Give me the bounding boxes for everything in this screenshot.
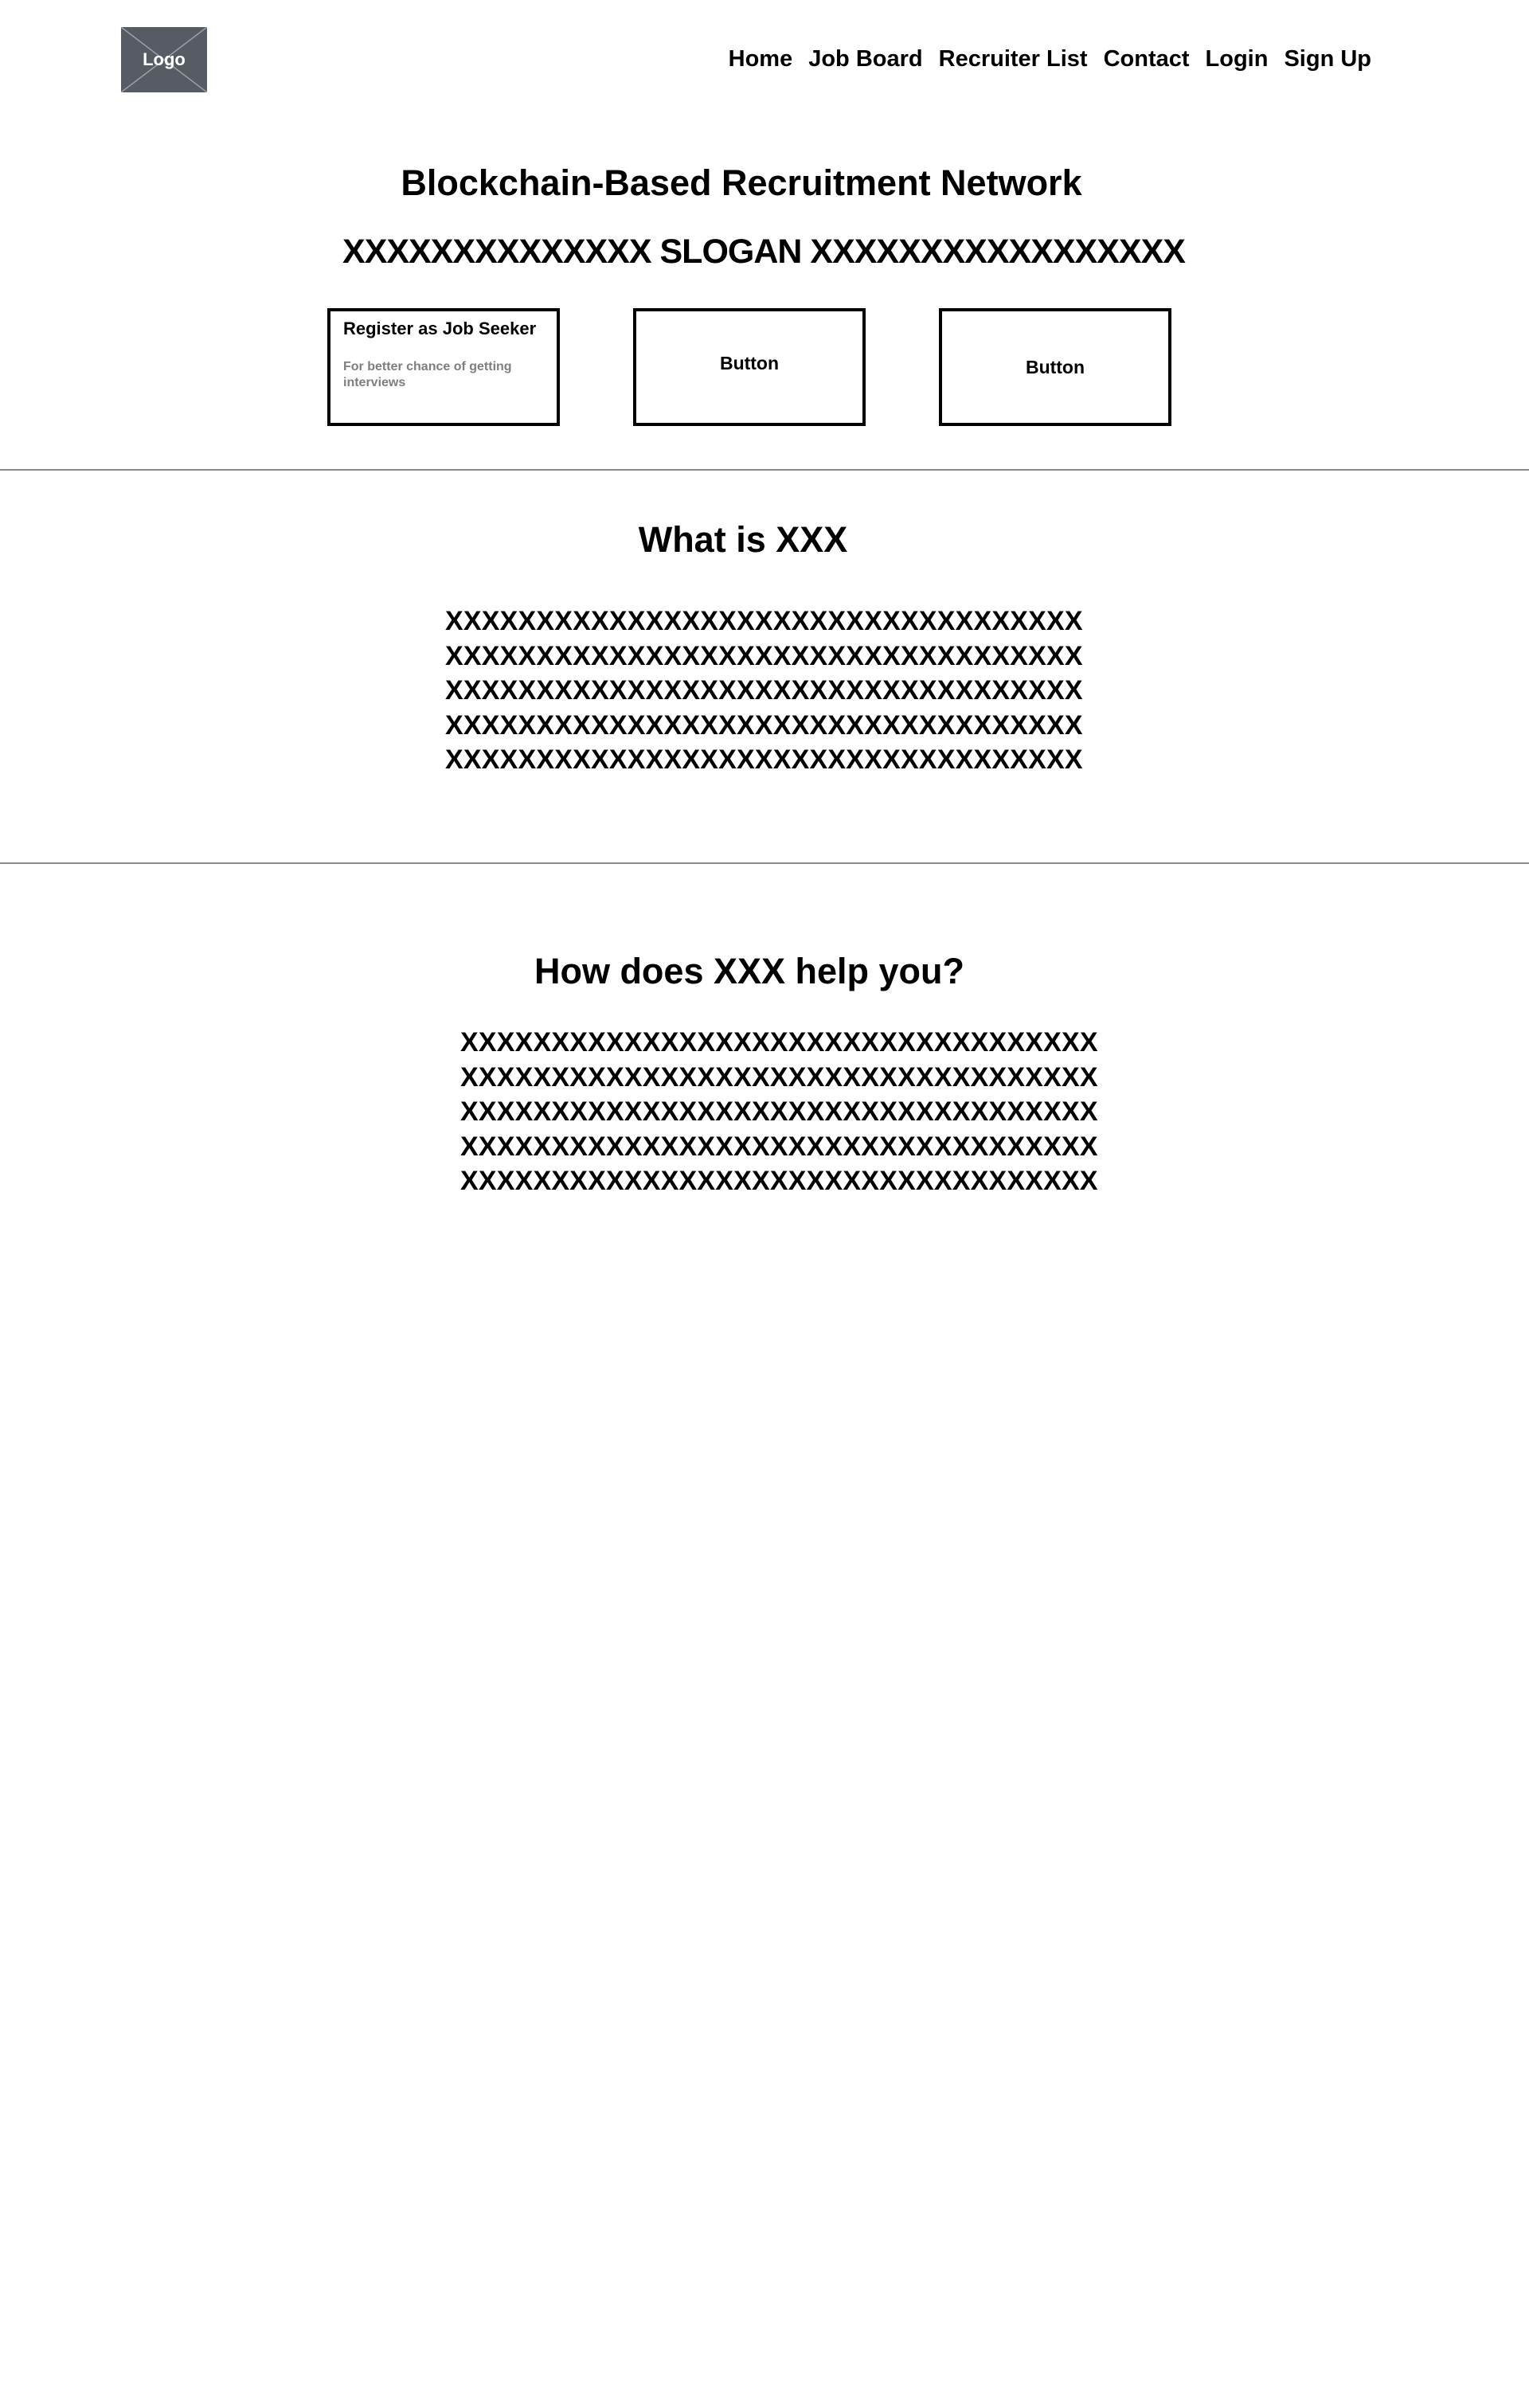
register-button-subtitle: For better chance of getting interviews: [343, 360, 512, 389]
register-job-seeker-button[interactable]: Register as Job Seeker For better chance…: [327, 308, 560, 426]
paragraph-line: XXXXXXXXXXXXXXXXXXXXXXXXXXXXXXXXXXX: [460, 1096, 1098, 1127]
what-is-paragraph: XXXXXXXXXXXXXXXXXXXXXXXXXXXXXXXXXXX XXXX…: [445, 604, 1083, 778]
paragraph-line: XXXXXXXXXXXXXXXXXXXXXXXXXXXXXXXXXXX: [460, 1131, 1098, 1162]
button-3[interactable]: Button: [939, 308, 1171, 426]
button-2-label: Button: [719, 353, 780, 373]
paragraph-line: XXXXXXXXXXXXXXXXXXXXXXXXXXXXXXXXXXX: [445, 710, 1083, 741]
how-help-heading: How does XXX help you?: [534, 951, 965, 991]
paragraph-line: XXXXXXXXXXXXXXXXXXXXXXXXXXXXXXXXXXX: [445, 675, 1083, 706]
logo-placeholder[interactable]: Logo: [121, 27, 207, 92]
paragraph-line: XXXXXXXXXXXXXXXXXXXXXXXXXXXXXXXXXXX: [445, 606, 1083, 636]
paragraph-line: XXXXXXXXXXXXXXXXXXXXXXXXXXXXXXXXXXX: [445, 745, 1083, 775]
section-divider: [0, 469, 1529, 471]
what-is-heading: What is XXX: [638, 519, 848, 560]
button-2[interactable]: Button: [633, 308, 866, 426]
paragraph-line: XXXXXXXXXXXXXXXXXXXXXXXXXXXXXXXXXXX: [445, 640, 1083, 671]
paragraph-line: XXXXXXXXXXXXXXXXXXXXXXXXXXXXXXXXXXX: [460, 1027, 1098, 1057]
nav-sign-up[interactable]: Sign Up: [1284, 46, 1371, 72]
how-help-paragraph: XXXXXXXXXXXXXXXXXXXXXXXXXXXXXXXXXXX XXXX…: [460, 1026, 1098, 1199]
slogan: XXXXXXXXXXXXXX SLOGAN XXXXXXXXXXXXXXXXX: [342, 233, 1186, 271]
register-button-title: Register as Job Seeker: [343, 319, 537, 338]
logo-label: Logo: [143, 49, 186, 69]
nav-contact[interactable]: Contact: [1104, 46, 1190, 72]
button-3-label: Button: [1025, 357, 1085, 377]
nav-recruiter-list[interactable]: Recruiter List: [939, 46, 1088, 72]
section-divider: [0, 862, 1529, 864]
nav-home[interactable]: Home: [729, 46, 793, 72]
nav-login[interactable]: Login: [1206, 46, 1269, 72]
main-nav: Home Job Board Recruiter List Contact Lo…: [729, 46, 1371, 72]
paragraph-line: XXXXXXXXXXXXXXXXXXXXXXXXXXXXXXXXXXX: [460, 1166, 1098, 1196]
paragraph-line: XXXXXXXXXXXXXXXXXXXXXXXXXXXXXXXXXXX: [460, 1061, 1098, 1093]
page-title: Blockchain-Based Recruitment Network: [401, 162, 1082, 203]
nav-job-board[interactable]: Job Board: [808, 46, 922, 72]
